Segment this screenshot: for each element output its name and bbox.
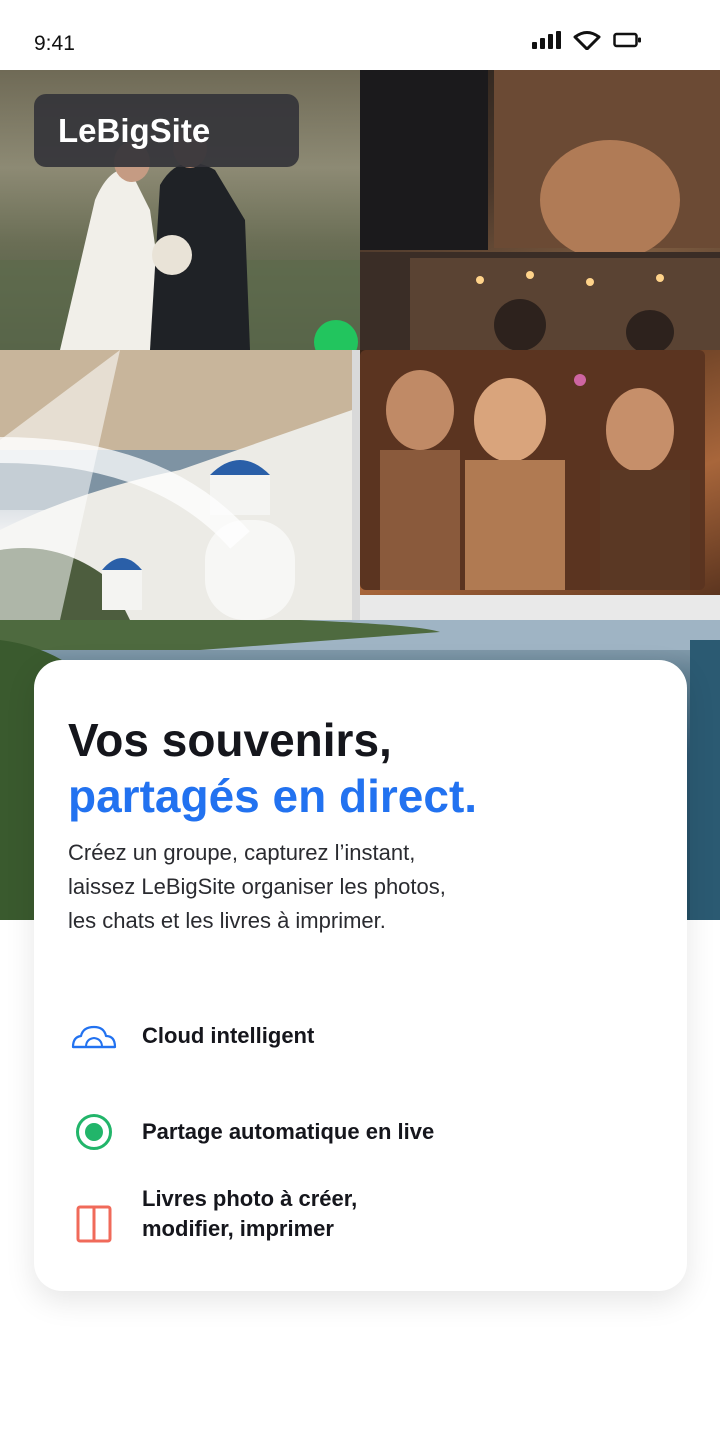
- status-time: 9:41: [34, 32, 75, 55]
- cloud-icon: [68, 1010, 120, 1062]
- feature-live-share-label: Partage automatique en live: [142, 1119, 435, 1144]
- headline-accent: partagés en direct.: [68, 770, 478, 822]
- feature-photo-books-label: Livres photo à créer, modifier, imprimer: [142, 1184, 357, 1244]
- status-bar: 9:41: [0, 0, 720, 70]
- feature-photo-books: Livres photo à créer, modifier, imprimer: [68, 1186, 357, 1250]
- description: Créez un groupe, capturez l’instant, lai…: [68, 840, 446, 933]
- intro-card: Vos souvenirs, partagés en direct. Créez…: [34, 660, 687, 1291]
- wifi-icon: [573, 31, 601, 50]
- feature-cloud-label: Cloud intelligent: [142, 1023, 315, 1048]
- feature-live-share: Partage automatique en live: [68, 1106, 434, 1158]
- feature-photo-books-line2: modifier, imprimer: [142, 1216, 334, 1241]
- status-icons: [532, 30, 643, 50]
- brand-badge: LeBigSite: [34, 94, 299, 167]
- feature-photo-books-line1: Livres photo à créer,: [142, 1186, 358, 1211]
- santorini-photo: [0, 350, 352, 620]
- headline: Vos souvenirs,: [68, 714, 392, 766]
- party-photo-top: [360, 70, 720, 350]
- feature-cloud: Cloud intelligent: [68, 1010, 314, 1062]
- friends-photo: [360, 350, 720, 620]
- book-icon: [68, 1198, 120, 1250]
- cellular-signal-icon: [532, 31, 561, 49]
- live-dot-icon: [68, 1106, 120, 1158]
- battery-icon: [613, 32, 641, 48]
